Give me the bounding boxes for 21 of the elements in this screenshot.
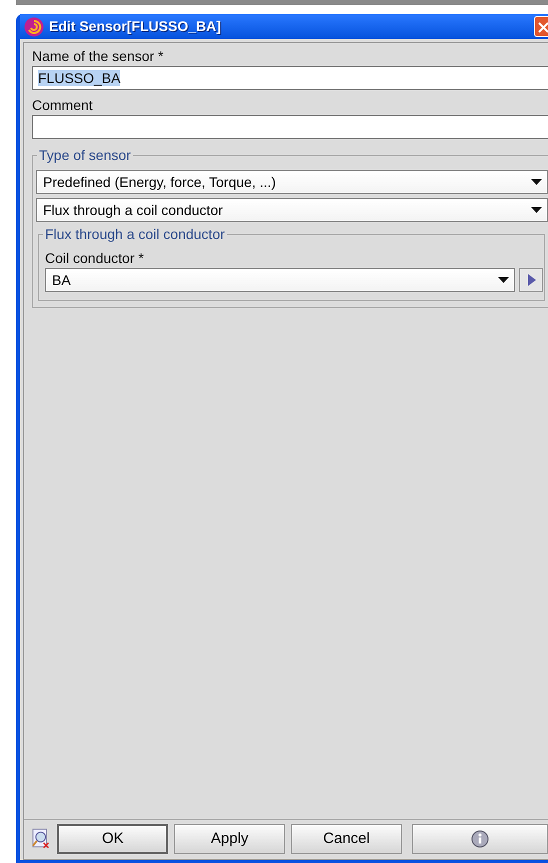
zoom-icon[interactable]: [30, 827, 52, 851]
dropdown[interactable]: BA: [45, 268, 515, 292]
field-label: Comment: [32, 97, 94, 113]
dropdown[interactable]: Flux through a coil conductor: [36, 198, 548, 222]
info-icon: [470, 830, 489, 848]
dialog-button[interactable]: Cancel: [291, 824, 402, 854]
dialog-button[interactable]: Apply: [174, 824, 286, 854]
text-field[interactable]: [32, 115, 548, 139]
caret-icon: [531, 207, 542, 213]
info-button[interactable]: [412, 824, 548, 854]
field-label: Name of the sensor *: [32, 48, 165, 64]
dialog-button[interactable]: OK: [57, 824, 168, 854]
dropdown[interactable]: Predefined (Energy, force, Torque, ...): [36, 170, 548, 194]
close-button[interactable]: [534, 16, 548, 37]
window-title: Edit Sensor[FLUSSO_BA]: [49, 17, 221, 36]
text-field[interactable]: FLUSSO_BA: [32, 66, 548, 90]
caret-icon: [531, 179, 542, 185]
field-label: Coil conductor *: [45, 250, 145, 266]
app-icon: [24, 16, 44, 36]
play-button[interactable]: [519, 268, 543, 292]
caret-icon: [498, 277, 509, 283]
